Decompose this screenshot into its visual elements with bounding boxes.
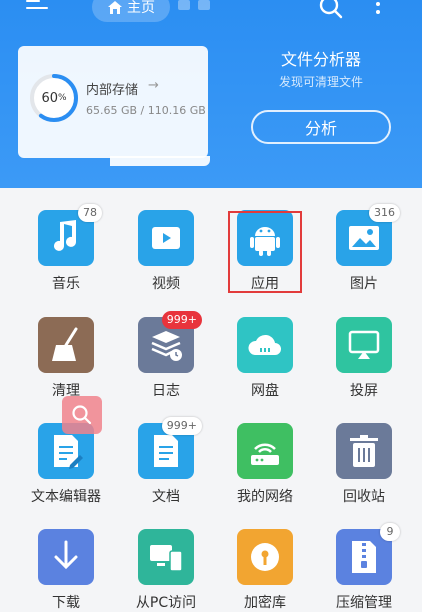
arrow-right-icon: → bbox=[148, 78, 159, 93]
tile-label: 视频 bbox=[152, 276, 180, 292]
tile-label: 投屏 bbox=[350, 383, 378, 399]
more-options-icon[interactable] bbox=[376, 2, 382, 18]
count-badge: 78 bbox=[78, 204, 102, 222]
count-badge: 999+ bbox=[161, 417, 202, 435]
trash-icon bbox=[336, 423, 392, 479]
home-label: 主页 bbox=[127, 0, 155, 16]
search-icon[interactable] bbox=[318, 0, 344, 24]
tile-label: 我的网络 bbox=[237, 489, 293, 505]
storage-percent: 60% bbox=[41, 90, 67, 106]
vault-icon bbox=[237, 529, 293, 585]
video-icon bbox=[138, 210, 194, 266]
tile-label: 音乐 bbox=[52, 276, 80, 292]
tile-label: 日志 bbox=[152, 383, 180, 399]
cloud-small-icon bbox=[198, 0, 210, 10]
analyzer-title: 文件分析器 bbox=[280, 50, 361, 69]
tile-label: 压缩管理 bbox=[336, 595, 392, 611]
analyzer-subtitle: 发现可清理文件 bbox=[278, 75, 363, 89]
tile-label: 加密库 bbox=[244, 595, 286, 611]
download-icon bbox=[38, 529, 94, 585]
broom-icon bbox=[38, 317, 94, 373]
tile-label: 网盘 bbox=[251, 383, 279, 399]
floating-search-icon[interactable] bbox=[62, 396, 102, 434]
storage-title: 内部存储 bbox=[86, 83, 139, 98]
storage-size: 65.65 GB / 110.16 GB bbox=[86, 104, 206, 117]
path-icons bbox=[178, 0, 210, 10]
tile-label: 文本编辑器 bbox=[31, 489, 101, 505]
network-icon bbox=[237, 423, 293, 479]
tile-label: 文档 bbox=[152, 489, 180, 505]
count-badge: 9 bbox=[380, 523, 400, 541]
folder-icon bbox=[178, 0, 190, 10]
header: 主页 60% 内部存储 → 65.65 GB / 110.16 GB 文件分析器… bbox=[0, 0, 422, 188]
menu-icon[interactable] bbox=[26, 0, 48, 16]
tile-label: 图片 bbox=[350, 276, 378, 292]
count-badge: 999+ bbox=[161, 311, 202, 329]
highlight-box bbox=[228, 211, 302, 293]
tile-label: 下载 bbox=[52, 595, 80, 611]
cast-icon bbox=[336, 317, 392, 373]
tile-label: 从PC访问 bbox=[135, 595, 197, 611]
tile-label: 回收站 bbox=[343, 489, 385, 505]
home-tab[interactable]: 主页 bbox=[92, 0, 170, 22]
analyze-button[interactable]: 分析 bbox=[251, 110, 391, 144]
internal-storage-card[interactable]: 60% 内部存储 → 65.65 GB / 110.16 GB bbox=[18, 46, 210, 166]
home-icon bbox=[108, 0, 122, 14]
cloud-icon bbox=[237, 317, 293, 373]
pc-access-icon bbox=[138, 529, 194, 585]
count-badge: 316 bbox=[369, 204, 400, 222]
